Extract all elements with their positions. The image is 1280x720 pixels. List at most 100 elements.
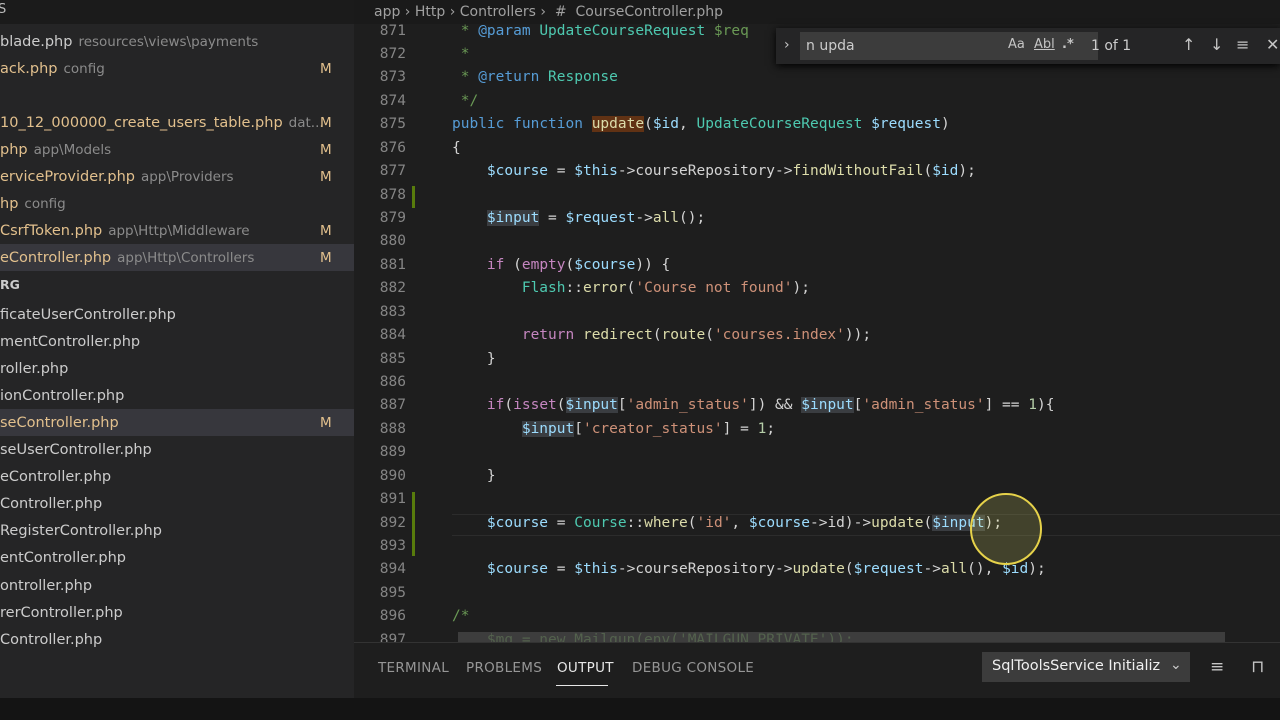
- code-line[interactable]: 895: [354, 585, 1280, 608]
- line-number: 873: [379, 69, 406, 86]
- find-in-selection-icon[interactable]: ≡: [1236, 35, 1249, 54]
- sidebar-top: S: [0, 0, 354, 24]
- code-line[interactable]: 894 $course = $this->courseRepository->u…: [354, 561, 1280, 584]
- line-number: 874: [379, 92, 406, 109]
- open-editor-item[interactable]: eController.php app\Http\Controllers M: [0, 244, 354, 271]
- toggle-replace-icon[interactable]: ›: [784, 37, 790, 53]
- code-line[interactable]: 896 /*: [354, 608, 1280, 631]
- code-line[interactable]: 880: [354, 233, 1280, 256]
- code-line[interactable]: 885 }: [354, 351, 1280, 374]
- code-text: */: [452, 92, 479, 109]
- open-editor-item[interactable]: php app\Models M: [0, 136, 354, 163]
- tab-terminal[interactable]: TERMINAL: [378, 660, 449, 676]
- line-number: 878: [379, 186, 406, 203]
- code-line[interactable]: 884 return redirect(route('courses.index…: [354, 327, 1280, 350]
- code-line[interactable]: 876 {: [354, 140, 1280, 163]
- line-number: 880: [379, 233, 406, 250]
- open-editor-item[interactable]: 10_12_000000_create_users_table.php dat..…: [0, 109, 354, 136]
- folder-section-header[interactable]: RG: [0, 271, 354, 298]
- file-item[interactable]: seUserController.php: [0, 437, 354, 464]
- code-line[interactable]: 883: [354, 304, 1280, 327]
- list-filter-icon[interactable]: ≡: [1210, 657, 1224, 677]
- tab-debug-console[interactable]: DEBUG CONSOLE: [632, 660, 754, 676]
- line-number: 877: [379, 163, 406, 180]
- file-item[interactable]: RegisterController.php: [0, 518, 354, 545]
- file-item[interactable]: entController.php: [0, 545, 354, 572]
- file-name: ontroller.php: [0, 577, 93, 594]
- arrow-up-icon[interactable]: ↑: [1182, 35, 1195, 54]
- file-item[interactable]: rerController.php: [0, 599, 354, 626]
- close-icon[interactable]: ✕: [1266, 35, 1279, 54]
- open-editor-path: app\Providers: [140, 168, 234, 185]
- file-item[interactable]: seController.php M: [0, 409, 354, 437]
- file-item[interactable]: Controller.php: [0, 491, 354, 518]
- line-number: 886: [379, 373, 406, 390]
- code-text: Flash::error('Course not found');: [521, 280, 810, 297]
- regex-button[interactable]: .*: [1062, 37, 1074, 52]
- find-query: n upda: [806, 38, 855, 54]
- code-line[interactable]: 889: [354, 444, 1280, 467]
- tab-problems[interactable]: PROBLEMS: [466, 660, 542, 676]
- line-number: 890: [379, 467, 406, 484]
- horizontal-scrollbar[interactable]: [458, 632, 1225, 642]
- line-number: 895: [379, 584, 406, 601]
- code-text: }: [452, 467, 496, 484]
- file-item[interactable]: ionController.php: [0, 382, 354, 409]
- line-number: 875: [379, 116, 406, 133]
- code-line[interactable]: 881 if (empty($course)) {: [354, 257, 1280, 280]
- open-editor-path: config: [24, 195, 66, 212]
- file-name: Controller.php: [0, 496, 103, 513]
- open-editor-path: app\Http\Middleware: [108, 222, 250, 239]
- file-item[interactable]: mentController.php: [0, 328, 354, 355]
- code-line[interactable]: 892 $course = Course::where('id', $cours…: [354, 514, 1280, 538]
- code-line[interactable]: 886: [354, 374, 1280, 397]
- open-editor-item[interactable]: ack.php config M: [0, 55, 354, 82]
- file-name: mentController.php: [0, 333, 141, 350]
- file-item[interactable]: ficateUserController.php: [0, 301, 354, 328]
- open-editor-item[interactable]: CsrfToken.php app\Http\Middleware M: [0, 217, 354, 244]
- status-band: [0, 698, 1280, 720]
- open-editor-item[interactable]: [0, 82, 354, 109]
- tab-output[interactable]: OUTPUT: [557, 660, 614, 676]
- code-line[interactable]: 873 * @return Response: [354, 69, 1280, 92]
- open-editor-path: resources\views\payments: [78, 33, 259, 50]
- output-channel-select[interactable]: SqlToolsService Initializ ⌄: [982, 652, 1190, 682]
- code-text: $input['creator_status'] = 1;: [521, 420, 776, 437]
- arrow-down-icon[interactable]: ↓: [1210, 35, 1223, 54]
- file-item[interactable]: roller.php: [0, 355, 354, 382]
- line-number: 889: [379, 444, 406, 461]
- open-editor-item[interactable]: blade.php resources\views\payments: [0, 28, 354, 55]
- file-name: eController.php: [0, 469, 112, 486]
- file-name: entController.php: [0, 550, 126, 567]
- file-item[interactable]: Controller.php: [0, 626, 354, 653]
- code-line[interactable]: 875 public function update($id, UpdateCou…: [354, 116, 1280, 139]
- code-line[interactable]: 887 if(isset($input['admin_status']) && …: [354, 397, 1280, 420]
- code-text: *: [452, 45, 470, 62]
- code-line[interactable]: 874 */: [354, 93, 1280, 116]
- line-number: 884: [379, 327, 406, 344]
- lock-icon[interactable]: ⊓: [1251, 657, 1264, 677]
- open-editor-item[interactable]: hp config: [0, 190, 354, 217]
- code-line[interactable]: 877 $course = $this->courseRepository->f…: [354, 163, 1280, 186]
- code-text: public function update($id, UpdateCourse…: [452, 116, 950, 133]
- code-line[interactable]: 882 Flash::error('Course not found');: [354, 280, 1280, 303]
- file-name: seUserController.php: [0, 442, 152, 458]
- line-number: 887: [379, 397, 406, 414]
- find-widget: › n upda Aa Abl .* 1 of 1 ↑ ↓ ≡ ✕: [776, 28, 1280, 64]
- file-name: roller.php: [0, 360, 69, 377]
- code-line[interactable]: 891: [354, 491, 1280, 514]
- code-line[interactable]: 888 $input['creator_status'] = 1;: [354, 420, 1280, 444]
- match-case-button[interactable]: Aa: [1008, 37, 1025, 52]
- open-editor-item[interactable]: erviceProvider.php app\Providers M: [0, 163, 354, 190]
- code-line[interactable]: 893: [354, 538, 1280, 561]
- code-line[interactable]: 879 $input = $request->all();: [354, 209, 1280, 233]
- code-line[interactable]: 890 }: [354, 468, 1280, 491]
- breadcrumb[interactable]: app › Http › Controllers › # CourseContr…: [374, 4, 723, 20]
- line-number: 876: [379, 139, 406, 156]
- file-item[interactable]: ontroller.php: [0, 572, 354, 599]
- whole-word-button[interactable]: Abl: [1034, 37, 1055, 52]
- code-line[interactable]: 878: [354, 187, 1280, 210]
- code-text: $course = $this->courseRepository->findW…: [486, 163, 976, 180]
- line-number: 892: [379, 514, 406, 531]
- file-item[interactable]: eController.php: [0, 464, 354, 491]
